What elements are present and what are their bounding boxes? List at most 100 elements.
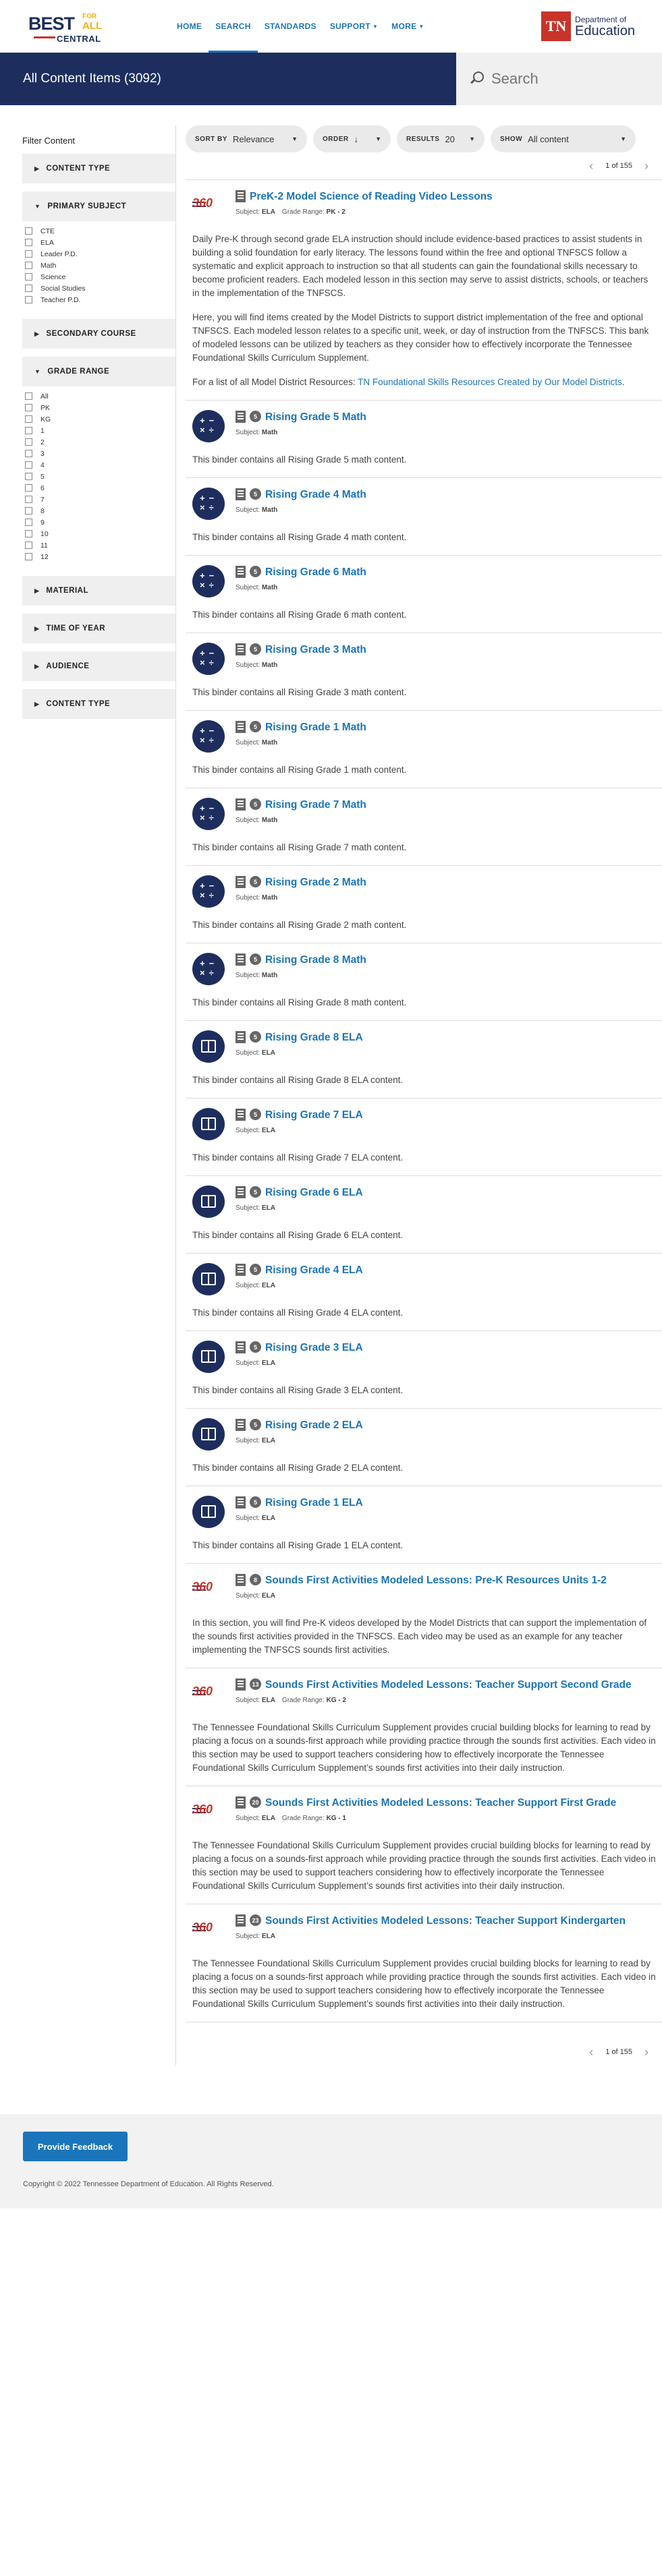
checkbox[interactable] bbox=[25, 239, 32, 246]
checkbox[interactable] bbox=[25, 473, 32, 480]
subject-option[interactable]: Leader P.D. bbox=[25, 248, 175, 260]
results-per-page-select[interactable]: RESULTS 20 ▼ bbox=[397, 125, 485, 152]
subject-option[interactable]: Math bbox=[25, 260, 175, 271]
search-box[interactable] bbox=[456, 53, 662, 105]
filter-grade-range-toggle[interactable]: ▼ GRADE RANGE bbox=[22, 357, 175, 386]
result-thumbnail[interactable] bbox=[192, 1418, 226, 1452]
checkbox[interactable] bbox=[25, 484, 32, 492]
grade-option[interactable]: 3 bbox=[25, 448, 175, 459]
nav-search[interactable]: SEARCH bbox=[209, 0, 258, 53]
checkbox[interactable] bbox=[25, 427, 32, 434]
result-title-link[interactable]: Sounds First Activities Modeled Lessons:… bbox=[265, 1573, 607, 1588]
checkbox[interactable] bbox=[25, 530, 32, 537]
result-title-link[interactable]: Rising Grade 3 ELA bbox=[265, 1341, 363, 1355]
checkbox[interactable] bbox=[25, 541, 32, 549]
checkbox[interactable] bbox=[25, 250, 32, 258]
chevron-left-icon[interactable]: ‹ bbox=[589, 159, 593, 173]
nav-support[interactable]: SUPPORT ▼ bbox=[323, 0, 385, 53]
grade-option[interactable]: 1 bbox=[25, 425, 175, 436]
result-title-link[interactable]: Rising Grade 3 Math bbox=[265, 643, 366, 657]
grade-option[interactable]: 7 bbox=[25, 494, 175, 505]
checkbox[interactable] bbox=[25, 285, 32, 292]
result-title-link[interactable]: Rising Grade 1 Math bbox=[265, 720, 366, 735]
provide-feedback-button[interactable]: Provide Feedback bbox=[23, 2132, 128, 2161]
result-title-link[interactable]: Rising Grade 4 Math bbox=[265, 488, 366, 502]
checkbox[interactable] bbox=[25, 450, 32, 457]
result-thumbnail[interactable]: +− ×÷ bbox=[192, 798, 226, 831]
result-thumbnail[interactable]: +− ×÷ bbox=[192, 410, 226, 444]
grade-option[interactable]: 9 bbox=[25, 517, 175, 528]
filter-secondary-course-toggle[interactable]: ▶ SECONDARY COURSE bbox=[22, 319, 175, 349]
subject-option[interactable]: Social Studies bbox=[25, 283, 175, 294]
result-thumbnail[interactable]: +− ×÷ bbox=[192, 565, 226, 599]
chevron-right-icon[interactable]: › bbox=[644, 159, 649, 173]
grade-option[interactable]: 6 bbox=[25, 482, 175, 494]
nav-home[interactable]: HOME bbox=[170, 0, 209, 53]
filter-material-toggle[interactable]: ▶ MATERIAL bbox=[22, 576, 175, 606]
result-thumbnail[interactable]: +− ×÷ bbox=[192, 875, 226, 909]
checkbox[interactable] bbox=[25, 507, 32, 515]
grade-option[interactable]: KG bbox=[25, 413, 175, 425]
grade-option[interactable]: 5 bbox=[25, 471, 175, 482]
checkbox[interactable] bbox=[25, 262, 32, 269]
result-thumbnail[interactable]: +− ×÷ bbox=[192, 953, 226, 987]
checkbox[interactable] bbox=[25, 273, 32, 281]
result-thumbnail[interactable]: 360 bbox=[192, 1678, 226, 1711]
result-thumbnail[interactable] bbox=[192, 1263, 226, 1297]
checkbox[interactable] bbox=[25, 496, 32, 503]
order-select[interactable]: ORDER ↓ ▼ bbox=[313, 125, 391, 152]
result-title-link[interactable]: Rising Grade 1 ELA bbox=[265, 1496, 363, 1511]
result-thumbnail[interactable]: 360 bbox=[192, 1914, 226, 1948]
best-for-all-central-logo[interactable]: BEST FOR ALL CENTRAL bbox=[28, 7, 108, 46]
search-input[interactable] bbox=[491, 70, 653, 88]
chevron-right-icon[interactable]: › bbox=[644, 2045, 649, 2059]
filter-content-type-toggle[interactable]: ▶ CONTENT TYPE bbox=[22, 154, 175, 183]
filter-primary-subject-toggle[interactable]: ▼ PRIMARY SUBJECT bbox=[22, 192, 175, 221]
grade-option[interactable]: 2 bbox=[25, 436, 175, 448]
result-thumbnail[interactable]: 360 bbox=[192, 1796, 226, 1829]
filter-content-type-2-toggle[interactable]: ▶ CONTENT TYPE bbox=[22, 689, 175, 719]
grade-option[interactable]: 12 bbox=[25, 551, 175, 562]
result-title-link[interactable]: Rising Grade 7 ELA bbox=[265, 1108, 363, 1123]
result-title-link[interactable]: PreK-2 Model Science of Reading Video Le… bbox=[250, 189, 493, 204]
filter-audience-toggle[interactable]: ▶ AUDIENCE bbox=[22, 651, 175, 681]
checkbox[interactable] bbox=[25, 404, 32, 411]
search-icon[interactable] bbox=[470, 71, 485, 86]
result-thumbnail[interactable] bbox=[192, 1030, 226, 1064]
result-title-link[interactable]: Sounds First Activities Modeled Lessons:… bbox=[265, 1796, 616, 1811]
result-thumbnail[interactable]: 360 bbox=[192, 189, 226, 223]
result-thumbnail[interactable] bbox=[192, 1185, 226, 1219]
result-title-link[interactable]: Rising Grade 2 ELA bbox=[265, 1418, 363, 1433]
show-select[interactable]: SHOW All content ▼ bbox=[491, 125, 636, 152]
grade-option[interactable]: All bbox=[25, 390, 175, 402]
model-districts-link[interactable]: TN Foundational Skills Resources Created… bbox=[358, 377, 622, 387]
subject-option[interactable]: ELA bbox=[25, 237, 175, 248]
result-title-link[interactable]: Rising Grade 8 Math bbox=[265, 953, 366, 968]
result-title-link[interactable]: Rising Grade 2 Math bbox=[265, 875, 366, 890]
tn-department-of-education-logo[interactable]: TN Department of Education bbox=[541, 11, 635, 41]
result-thumbnail[interactable]: +− ×÷ bbox=[192, 720, 226, 754]
result-thumbnail[interactable]: +− ×÷ bbox=[192, 643, 226, 676]
result-title-link[interactable]: Rising Grade 7 Math bbox=[265, 798, 366, 813]
result-thumbnail[interactable] bbox=[192, 1108, 226, 1142]
checkbox[interactable] bbox=[25, 519, 32, 526]
result-title-link[interactable]: Rising Grade 8 ELA bbox=[265, 1030, 363, 1045]
result-thumbnail[interactable] bbox=[192, 1496, 226, 1529]
checkbox[interactable] bbox=[25, 553, 32, 560]
grade-option[interactable]: 8 bbox=[25, 505, 175, 517]
result-title-link[interactable]: Rising Grade 4 ELA bbox=[265, 1263, 363, 1278]
checkbox[interactable] bbox=[25, 461, 32, 469]
chevron-left-icon[interactable]: ‹ bbox=[589, 2045, 593, 2059]
nav-standards[interactable]: STANDARDS bbox=[258, 0, 323, 53]
grade-option[interactable]: 11 bbox=[25, 539, 175, 551]
sort-by-select[interactable]: SORT BY Relevance ▼ bbox=[186, 125, 307, 152]
checkbox[interactable] bbox=[25, 227, 32, 235]
checkbox[interactable] bbox=[25, 296, 32, 303]
filter-time-of-year-toggle[interactable]: ▶ TIME OF YEAR bbox=[22, 614, 175, 643]
grade-option[interactable]: 10 bbox=[25, 528, 175, 539]
result-title-link[interactable]: Sounds First Activities Modeled Lessons:… bbox=[265, 1678, 632, 1693]
grade-option[interactable]: PK bbox=[25, 402, 175, 413]
grade-option[interactable]: 4 bbox=[25, 459, 175, 471]
nav-more[interactable]: MORE ▼ bbox=[385, 0, 431, 53]
result-thumbnail[interactable]: +− ×÷ bbox=[192, 488, 226, 521]
